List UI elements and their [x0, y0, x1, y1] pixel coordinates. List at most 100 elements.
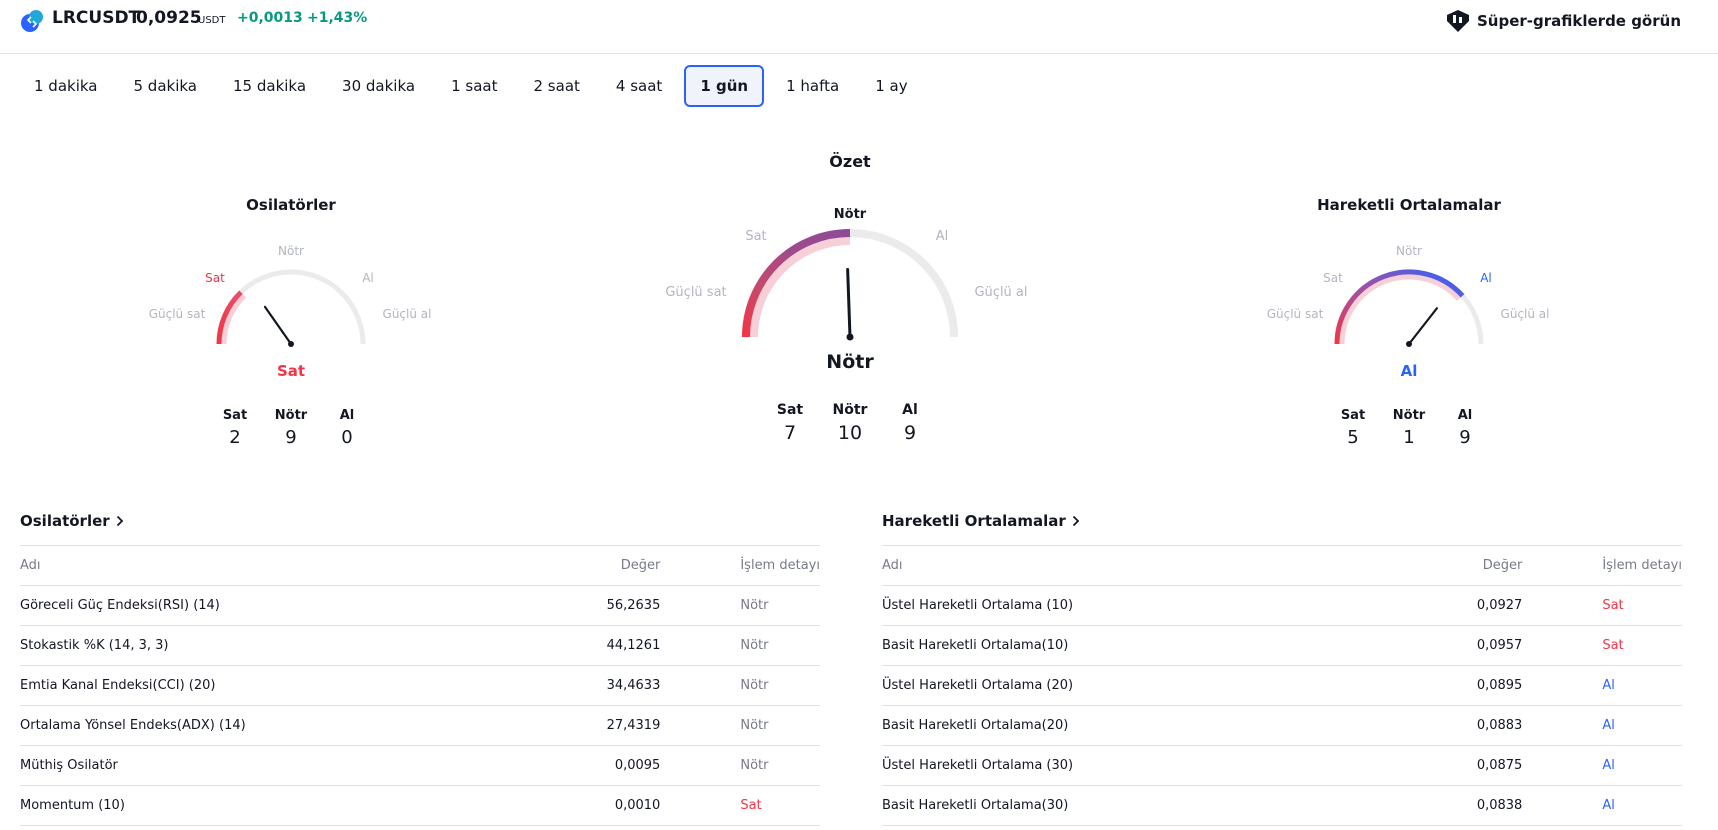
count-neutral: Nötr 9: [263, 408, 319, 448]
gauge-label-buy: Al: [935, 229, 949, 244]
chevron-right-icon: [1072, 515, 1080, 527]
gauge-dial: [216, 269, 366, 347]
gauge-value-arc: [742, 229, 851, 338]
tab-interval[interactable]: 1 hafta: [772, 65, 853, 107]
indicator-action: Sat: [1522, 585, 1682, 626]
indicator-action: Nötr: [660, 745, 820, 786]
indicator-value: 0,0883: [1385, 705, 1523, 746]
indicator-action: Sat: [660, 785, 820, 826]
tab-interval[interactable]: 1 saat: [437, 65, 511, 107]
tab-interval[interactable]: 5 dakika: [120, 65, 212, 107]
supercharts-button[interactable]: Süper-grafiklerde görün: [1445, 8, 1681, 34]
count-value: 0: [341, 427, 353, 448]
gauge-result: Sat: [276, 362, 306, 380]
indicator-action: Nötr: [660, 705, 820, 746]
tab-interval[interactable]: 4 saat: [602, 65, 676, 107]
tab-interval[interactable]: 1 ay: [861, 65, 921, 107]
indicator-name: Basit Hareketli Ortalama(10): [882, 625, 1386, 666]
count-label: Sat: [222, 408, 248, 423]
gauge-needle: [1407, 307, 1439, 346]
gauge-label-sell: Sat: [1323, 271, 1343, 285]
table-row: Stokastik %K (14, 3, 3) 44,1261 Nötr: [20, 625, 820, 666]
gauge-needle: [263, 305, 293, 346]
price-currency: USDT: [198, 15, 226, 26]
indicator-value: 0,0957: [1385, 625, 1523, 666]
table-row: Göreceli Güç Endeksi(RSI) (14) 56,2635 Nöt…: [20, 585, 820, 626]
gauge-inner-band: [750, 237, 851, 338]
gauge-label-sell: Sat: [205, 271, 225, 285]
gauge-dial: [1334, 269, 1484, 347]
gauge-needle-pivot: [288, 341, 294, 347]
count-value: 10: [837, 422, 863, 444]
gauge-result: Nötr: [826, 351, 874, 373]
indicator-name: Ortalama Yönsel Endeks(ADX) (14): [20, 705, 524, 746]
gauge-label-strong-buy: Güçlü al: [974, 285, 1028, 300]
count-value: 9: [1459, 427, 1471, 448]
indicator-name: Müthiş Osilatör: [20, 745, 524, 786]
count-value: 5: [1347, 427, 1359, 448]
column-header-value: Değer: [1385, 545, 1523, 586]
table-header-row: Adı Değer İşlem detayı: [882, 545, 1682, 586]
table-row: Basit Hareketli Ortalama(10) 0,0957 Sat: [882, 625, 1682, 666]
table-row: Üstel Hareketli Ortalama (30) 0,0875 Al: [882, 745, 1682, 786]
lrc-logo-icon: [21, 10, 43, 32]
table-row: Müthiş Osilatör 0,0095 Nötr: [20, 745, 820, 786]
gauge-value-arc: [1334, 269, 1465, 345]
ma-table: Adı Değer İşlem detayı Üstel Hareketli O…: [882, 545, 1682, 826]
tab-interval[interactable]: 2 saat: [520, 65, 594, 107]
gauge-label-buy: Al: [362, 271, 374, 285]
indicator-name: Göreceli Güç Endeksi(RSI) (14): [20, 585, 524, 626]
gauge-track: [1334, 269, 1484, 345]
indicator-value: 34,4633: [523, 665, 661, 706]
interval-tabs: 1 dakika 5 dakika 15 dakika 30 dakika 1 saat…: [20, 65, 930, 107]
indicator-action: Al: [1522, 665, 1682, 706]
count-label: Nötr: [274, 408, 308, 423]
chevron-right-icon: [116, 515, 123, 527]
indicator-name: Üstel Hareketli Ortalama (10): [882, 585, 1386, 626]
indicator-value: 0,0875: [1385, 745, 1523, 786]
indicator-action: Nötr: [660, 625, 820, 666]
column-header-name: Adı: [882, 545, 1386, 586]
table-header-row: Adı Değer İşlem detayı: [20, 545, 820, 586]
supercharts-label: Süper-grafiklerde görün: [1476, 12, 1681, 30]
tab-interval[interactable]: 15 dakika: [219, 65, 320, 107]
indicator-action: Nötr: [660, 665, 820, 706]
gauge-counts: Sat 7 Nötr 10 Al 9: [760, 402, 940, 444]
tab-interval[interactable]: 1 gün: [684, 65, 765, 107]
indicator-value: 0,0838: [1385, 785, 1523, 826]
column-header-action: İşlem detayı: [1522, 545, 1682, 586]
gauge-counts: Sat 2 Nötr 9 Al 0: [207, 408, 375, 448]
symbol-name: LRCUSDT: [52, 8, 141, 28]
table-row: Ortalama Yönsel Endeks(ADX) (14) 27,4319 N…: [20, 705, 820, 746]
indicator-action: Nötr: [660, 585, 820, 626]
oscillators-table: Adı Değer İşlem detayı Göreceli Güç Ende…: [20, 545, 820, 826]
table-row: Momentum (10) 0,0010 Sat: [20, 785, 820, 826]
table-row: Üstel Hareketli Ortalama (20) 0,0895 Al: [882, 665, 1682, 706]
count-buy: Al 9: [880, 402, 940, 444]
count-value: 1: [1403, 427, 1415, 448]
gauge-label-neutral: Nötr: [833, 207, 867, 222]
table-row: Emtia Kanal Endeksi(CCI) (20) 34,4633 Nötr: [20, 665, 820, 706]
oscillators-table-title[interactable]: Osilatörler: [20, 505, 820, 537]
indicator-action: Al: [1522, 705, 1682, 746]
gauge-label-buy: Al: [1480, 271, 1492, 285]
indicator-value: 0,0927: [1385, 585, 1523, 626]
column-header-name: Adı: [20, 545, 524, 586]
tab-interval[interactable]: 1 dakika: [20, 65, 112, 107]
indicator-name: Basit Hareketli Ortalama(30): [882, 785, 1386, 826]
ma-table-title[interactable]: Hareketli Ortalamalar: [882, 505, 1682, 537]
gauge-label-sell: Sat: [745, 229, 767, 244]
count-label: Nötr: [1392, 408, 1426, 423]
tab-interval[interactable]: 30 dakika: [328, 65, 429, 107]
gauge-label-neutral: Nötr: [278, 244, 304, 258]
column-header-action: İşlem detayı: [660, 545, 820, 586]
indicator-value: 56,2635: [523, 585, 661, 626]
indicator-name: Üstel Hareketli Ortalama (20): [882, 665, 1386, 706]
count-neutral: Nötr 1: [1381, 408, 1437, 448]
gauge-label-strong-sell: Güçlü sat: [148, 307, 206, 321]
count-neutral: Nötr 10: [820, 402, 880, 444]
supercharts-icon: [1446, 10, 1469, 32]
price-change-percent: +1,43%: [307, 10, 368, 26]
gauge-result: Al: [1400, 362, 1418, 380]
count-sell: Sat 5: [1325, 408, 1381, 448]
